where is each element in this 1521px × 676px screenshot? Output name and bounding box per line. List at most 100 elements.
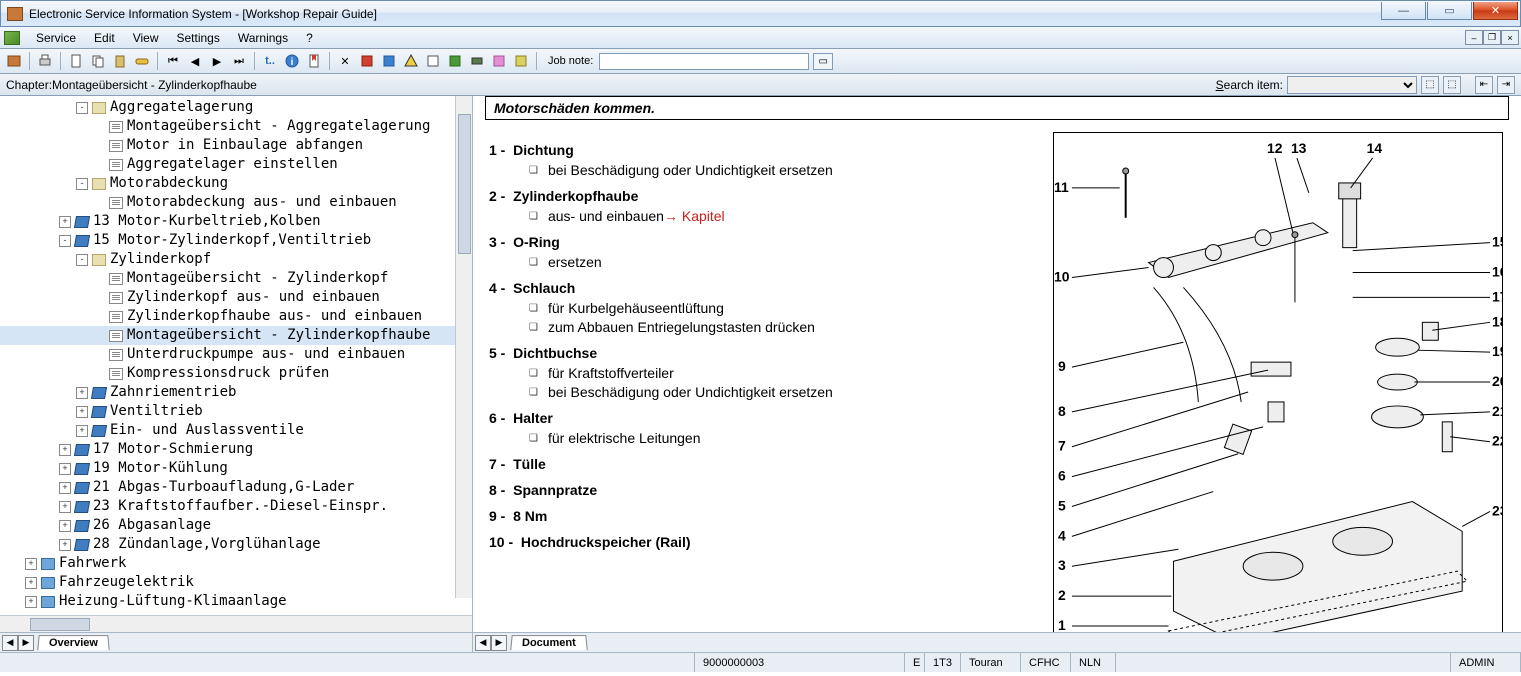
tree-hscrollbar[interactable] — [0, 615, 472, 632]
tree-label: Kompressionsdruck prüfen — [127, 364, 329, 383]
job-note-input[interactable] — [599, 53, 809, 70]
mdi-restore-button[interactable]: ❐ — [1483, 30, 1501, 45]
search-combo[interactable] — [1287, 76, 1417, 94]
svg-text:4: 4 — [1058, 527, 1066, 543]
tree-row[interactable]: +17 Motor-Schmierung — [0, 440, 472, 459]
menu-warnings[interactable]: Warnings — [230, 29, 296, 47]
chapter-link[interactable]: → Kapitel — [664, 208, 725, 224]
left-tab-footer: ◀ ▶ Overview — [0, 632, 472, 652]
tree-row[interactable]: +21 Abgas-Turboaufladung,G-Lader — [0, 478, 472, 497]
mdi-minimize-button[interactable]: – — [1465, 30, 1483, 45]
doc-tab-next-button[interactable]: ▶ — [491, 635, 507, 651]
tree-row[interactable]: +Fahrzeugelektrik — [0, 573, 472, 592]
document-tree[interactable]: -AggregatelagerungMontageübersicht - Agg… — [0, 98, 472, 611]
engine-button[interactable] — [467, 51, 487, 71]
menu-edit[interactable]: Edit — [86, 29, 123, 47]
tree-row[interactable]: Kompressionsdruck prüfen — [0, 364, 472, 383]
tree-expander[interactable]: + — [59, 539, 71, 551]
tree-expander[interactable]: + — [59, 520, 71, 532]
nav-next-button[interactable]: ▶ — [207, 51, 227, 71]
copy-button[interactable] — [88, 51, 108, 71]
expand-left-button[interactable]: ⇤ — [1475, 76, 1493, 94]
tree-row[interactable]: -Aggregatelagerung — [0, 98, 472, 117]
menu-view[interactable]: View — [125, 29, 167, 47]
search-prev-button[interactable]: ⬚ — [1421, 76, 1439, 94]
nav-prev-button[interactable]: ◀ — [185, 51, 205, 71]
tree-expander[interactable]: + — [76, 406, 88, 418]
tab-document[interactable]: Document — [510, 635, 587, 650]
tab-next-button[interactable]: ▶ — [18, 635, 34, 651]
green-book-button[interactable] — [445, 51, 465, 71]
tree-expander[interactable]: + — [25, 558, 37, 570]
tree-row[interactable]: +Ein- und Auslassventile — [0, 421, 472, 440]
search-next-button[interactable]: ⬚ — [1443, 76, 1461, 94]
tree-expander[interactable]: - — [76, 102, 88, 114]
wiring-button[interactable] — [489, 51, 509, 71]
tree-row[interactable]: +Heizung-Lüftung-Klimaanlage — [0, 592, 472, 611]
tree-expander[interactable]: + — [59, 482, 71, 494]
maximize-button[interactable]: ▭ — [1427, 2, 1472, 20]
tree-row[interactable]: +Fahrwerk — [0, 554, 472, 573]
tree-row[interactable]: +19 Motor-Kühlung — [0, 459, 472, 478]
tree-row[interactable]: Unterdruckpumpe aus- und einbauen — [0, 345, 472, 364]
bookmark-button[interactable] — [304, 51, 324, 71]
catalog-button[interactable] — [357, 51, 377, 71]
menu-settings[interactable]: Settings — [169, 29, 228, 47]
vehicle-button[interactable] — [132, 51, 152, 71]
tree-button[interactable]: t.. — [260, 51, 280, 71]
tree-row[interactable]: -15 Motor-Zylinderkopf,Ventiltrieb — [0, 231, 472, 250]
tree-expander[interactable]: + — [76, 425, 88, 437]
diag-button[interactable] — [423, 51, 443, 71]
tree-row[interactable]: Montageübersicht - Aggregatelagerung — [0, 117, 472, 136]
mdi-close-button[interactable]: × — [1501, 30, 1519, 45]
feedback-button[interactable] — [511, 51, 531, 71]
tree-expander[interactable]: - — [76, 178, 88, 190]
tools-button[interactable]: ✕ — [335, 51, 355, 71]
print-button[interactable] — [35, 51, 55, 71]
tree-row[interactable]: -Zylinderkopf — [0, 250, 472, 269]
tree-row[interactable]: +13 Motor-Kurbeltrieb,Kolben — [0, 212, 472, 231]
tree-expander[interactable]: - — [76, 254, 88, 266]
job-note-open-button[interactable]: ▭ — [813, 53, 833, 70]
window-title: Electronic Service Information System - … — [29, 7, 377, 21]
chapter-value: Montageübersicht - Zylinderkopfhaube — [52, 78, 257, 92]
tool-app-icon[interactable] — [4, 51, 24, 71]
tree-expander[interactable]: + — [59, 444, 71, 456]
tree-row[interactable]: Motorabdeckung aus- und einbauen — [0, 193, 472, 212]
new-doc-button[interactable] — [66, 51, 86, 71]
tree-expander[interactable]: + — [59, 501, 71, 513]
nav-last-button[interactable]: ⏭ — [229, 51, 249, 71]
tree-row[interactable]: +26 Abgasanlage — [0, 516, 472, 535]
tree-row[interactable]: Zylinderkopfhaube aus- und einbauen — [0, 307, 472, 326]
menu-help[interactable]: ? — [298, 29, 321, 47]
tree-expander[interactable]: + — [59, 216, 71, 228]
info-button[interactable]: i — [282, 51, 302, 71]
tree-row[interactable]: +23 Kraftstoffaufber.-Diesel-Einspr. — [0, 497, 472, 516]
minimize-button[interactable]: — — [1381, 2, 1426, 20]
tree-expander[interactable]: + — [25, 596, 37, 608]
tree-expander[interactable]: - — [59, 235, 71, 247]
tab-prev-button[interactable]: ◀ — [2, 635, 18, 651]
doc-tab-prev-button[interactable]: ◀ — [475, 635, 491, 651]
tree-row[interactable]: Montageübersicht - Zylinderkopf — [0, 269, 472, 288]
tree-row[interactable]: +28 Zündanlage,Vorglühanlage — [0, 535, 472, 554]
close-button[interactable]: ✕ — [1473, 2, 1518, 20]
tree-row[interactable]: -Motorabdeckung — [0, 174, 472, 193]
warning-button[interactable] — [401, 51, 421, 71]
manual-button[interactable] — [379, 51, 399, 71]
tree-row[interactable]: +Zahnriementrieb — [0, 383, 472, 402]
tree-row[interactable]: +Ventiltrieb — [0, 402, 472, 421]
tree-row[interactable]: Zylinderkopf aus- und einbauen — [0, 288, 472, 307]
expand-right-button[interactable]: ⇥ — [1497, 76, 1515, 94]
tree-row[interactable]: Aggregatelager einstellen — [0, 155, 472, 174]
tab-overview[interactable]: Overview — [37, 635, 109, 650]
tree-row[interactable]: Montageübersicht - Zylinderkopfhaube — [0, 326, 472, 345]
tree-expander[interactable]: + — [25, 577, 37, 589]
tree-row[interactable]: Motor in Einbaulage abfangen — [0, 136, 472, 155]
nav-first-button[interactable]: ⏮ — [163, 51, 183, 71]
paste-button[interactable] — [110, 51, 130, 71]
tree-vscrollbar[interactable] — [455, 96, 472, 598]
tree-expander[interactable]: + — [59, 463, 71, 475]
tree-expander[interactable]: + — [76, 387, 88, 399]
menu-service[interactable]: Service — [28, 29, 84, 47]
